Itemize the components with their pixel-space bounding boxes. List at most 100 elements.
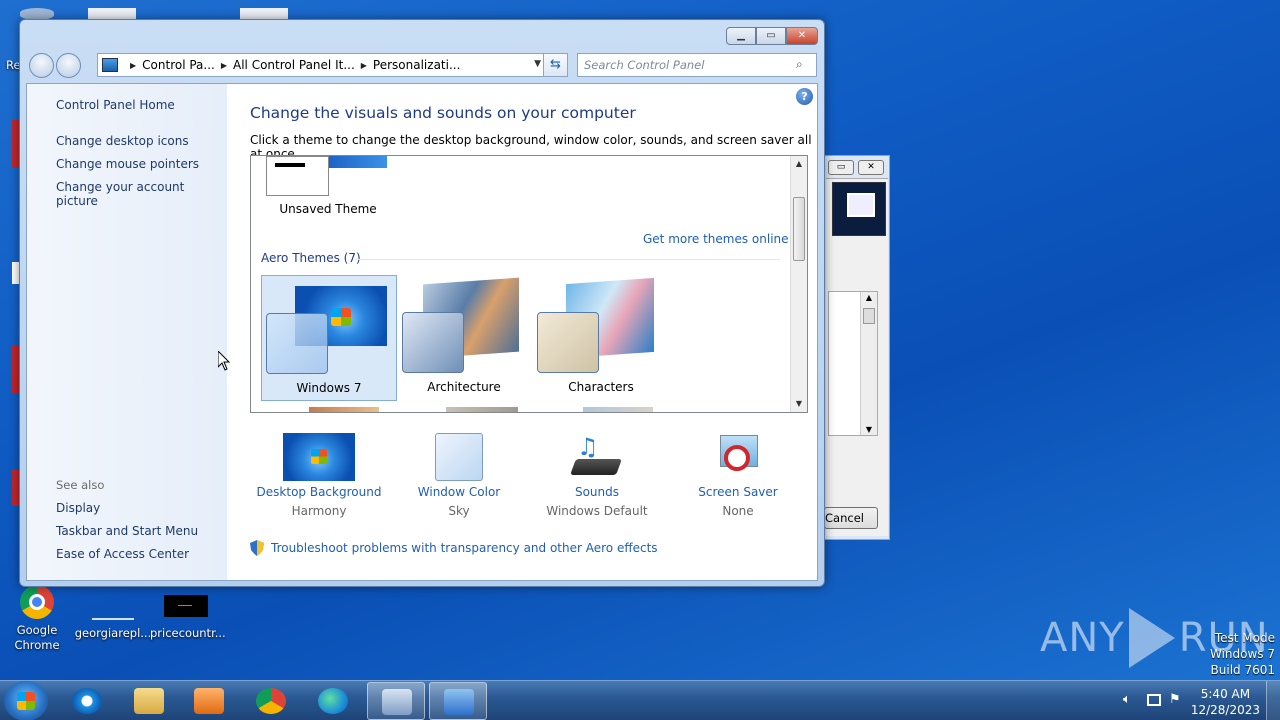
breadcrumb-personalization[interactable]: Personalizati...: [373, 58, 460, 72]
change-account-picture-link[interactable]: Change your account picture: [56, 180, 227, 208]
sounds-setting[interactable]: ♫ Sounds Windows Default: [527, 433, 667, 518]
maximize-button[interactable]: ▭: [756, 27, 786, 45]
start-button[interactable]: [4, 681, 48, 720]
clock[interactable]: 5:40 AM 12/28/2023: [1191, 686, 1260, 718]
left-pane: Control Panel Home Change desktop icons …: [27, 84, 227, 580]
window-color-setting[interactable]: Window Color Sky: [389, 433, 529, 518]
build-line: Build 7601: [1210, 663, 1275, 677]
screen-saver-icon: [714, 433, 762, 481]
troubleshoot-link[interactable]: Troubleshoot problems with transparency …: [271, 541, 658, 555]
desktop-icon-file-1[interactable]: georgiarepl...: [74, 592, 152, 641]
screen-saver-link[interactable]: Screen Saver: [668, 485, 808, 499]
volume-icon[interactable]: 🔈︎: [1123, 692, 1131, 707]
sounds-link[interactable]: Sounds: [527, 485, 667, 499]
installer-icon: [382, 689, 412, 715]
theme-list[interactable]: Unsaved Theme Get more themes online Aer…: [250, 155, 808, 413]
folder-icon: [134, 688, 164, 714]
shield-icon: [250, 540, 264, 556]
scroll-thumb[interactable]: [793, 197, 805, 261]
taskbar-explorer[interactable]: [120, 682, 178, 720]
taskbar-start-menu-link[interactable]: Taskbar and Start Menu: [56, 524, 198, 538]
unsaved-theme-thumbnail[interactable]: [266, 156, 329, 196]
taskbar: 🔈︎ ⚑ 5:40 AM 12/28/2023: [0, 680, 1280, 720]
os-version-line: Windows 7: [1209, 647, 1275, 661]
address-bar[interactable]: ▶ Control Pa... ▶ All Control Panel It..…: [97, 53, 568, 77]
dialog-list[interactable]: ▲ ▼: [828, 291, 878, 436]
test-mode-text: Test Mode Windows 7 Build 7601: [1210, 630, 1275, 678]
scroll-down-icon[interactable]: ▼: [791, 396, 807, 412]
chevron-down-icon[interactable]: ▼: [534, 59, 541, 69]
display-link[interactable]: Display: [56, 501, 100, 515]
change-mouse-pointers-link[interactable]: Change mouse pointers: [56, 157, 199, 171]
refresh-icon[interactable]: ⇆: [543, 54, 567, 76]
control-panel-home-link[interactable]: Control Panel Home: [56, 98, 175, 112]
desktop-icon-label: pricecountr...: [150, 626, 226, 640]
desktop-icon-label: Google Chrome: [14, 623, 60, 652]
sounds-value: Windows Default: [546, 504, 648, 518]
cancel-button[interactable]: Cancel: [824, 507, 878, 529]
change-desktop-icons-link[interactable]: Change desktop icons: [56, 134, 189, 148]
unsaved-theme-label[interactable]: Unsaved Theme: [266, 202, 390, 216]
media-player-icon: [194, 688, 224, 714]
installer-app-icon: [832, 182, 886, 236]
scroll-up-icon[interactable]: ▲: [791, 156, 807, 172]
taskbar-chrome[interactable]: [242, 682, 300, 720]
ease-of-access-link[interactable]: Ease of Access Center: [56, 547, 189, 561]
background-dialog[interactable]: ▭ ✕ ▲ ▼ Cancel: [824, 155, 890, 540]
personalization-window[interactable]: ▁ ▭ ✕ ▶ Control Pa... ▶ All Control Pane…: [19, 19, 825, 587]
theme-label: Architecture: [427, 380, 501, 394]
dialog-scrollbar[interactable]: ▲ ▼: [860, 292, 877, 435]
desktop-background-setting[interactable]: Desktop Background Harmony: [249, 433, 389, 518]
screen-saver-setting[interactable]: Screen Saver None: [668, 433, 808, 518]
help-icon[interactable]: ?: [796, 88, 813, 105]
search-input[interactable]: Search Control Panel ⌕: [577, 53, 817, 77]
maximize-icon[interactable]: ▭: [828, 160, 854, 175]
taskbar-media-player[interactable]: [180, 682, 238, 720]
clock-date: 12/28/2023: [1190, 703, 1260, 717]
close-icon[interactable]: ✕: [858, 160, 884, 175]
desktop-icon-label: georgiarepl...: [74, 626, 152, 640]
forward-button[interactable]: [56, 53, 81, 78]
window-color-swatch: [537, 312, 599, 373]
breadcrumb-control-panel[interactable]: Control Pa...: [142, 58, 215, 72]
taskbar-ie[interactable]: [58, 682, 116, 720]
taskbar-control-panel[interactable]: [429, 682, 487, 720]
taskbar-installer[interactable]: [367, 682, 425, 720]
desktop-icon-file-2[interactable]: pricecountr...: [150, 592, 226, 641]
chrome-icon: [20, 585, 54, 619]
edge-icon: [318, 688, 348, 714]
file-icon: [92, 596, 134, 620]
chevron-right-icon[interactable]: ▶: [361, 61, 367, 70]
get-more-themes-link[interactable]: Get more themes online: [643, 232, 789, 246]
network-icon[interactable]: [1147, 694, 1161, 706]
back-button[interactable]: [29, 53, 54, 78]
desktop-icon-chrome[interactable]: Google Chrome: [6, 585, 68, 653]
windows-logo-icon: [17, 692, 35, 710]
theme-windows-7[interactable]: Windows 7: [261, 275, 397, 401]
file-icon: [164, 595, 208, 617]
show-desktop-button[interactable]: [1266, 681, 1280, 720]
taskbar-edge[interactable]: [304, 682, 362, 720]
action-center-flag-icon[interactable]: ⚑: [1169, 692, 1181, 707]
no-icon: [724, 445, 750, 471]
search-placeholder: Search Control Panel: [584, 58, 705, 72]
theme-characters[interactable]: Characters: [534, 275, 670, 401]
content-area: Control Panel Home Change desktop icons …: [26, 83, 818, 581]
chevron-right-icon[interactable]: ▶: [130, 61, 136, 70]
chevron-right-icon[interactable]: ▶: [221, 61, 227, 70]
internet-explorer-icon: [72, 688, 102, 714]
close-button[interactable]: ✕: [786, 27, 818, 45]
theme-architecture[interactable]: Architecture: [397, 275, 533, 401]
window-color-link[interactable]: Window Color: [389, 485, 529, 499]
test-mode-line: Test Mode: [1214, 631, 1275, 645]
theme-list-scrollbar[interactable]: ▲ ▼: [790, 156, 807, 412]
search-icon[interactable]: ⌕: [796, 57, 813, 73]
system-tray: 🔈︎ ⚑ 5:40 AM 12/28/2023: [1120, 681, 1280, 720]
window-color-value: Sky: [448, 504, 470, 518]
desktop-background-link[interactable]: Desktop Background: [249, 485, 389, 499]
breadcrumb-all-items[interactable]: All Control Panel It...: [233, 58, 355, 72]
theme-label: Characters: [568, 380, 634, 394]
desktop-background-icon: [283, 433, 355, 481]
caption-buttons: ▁ ▭ ✕: [726, 27, 818, 45]
minimize-button[interactable]: ▁: [726, 27, 756, 45]
